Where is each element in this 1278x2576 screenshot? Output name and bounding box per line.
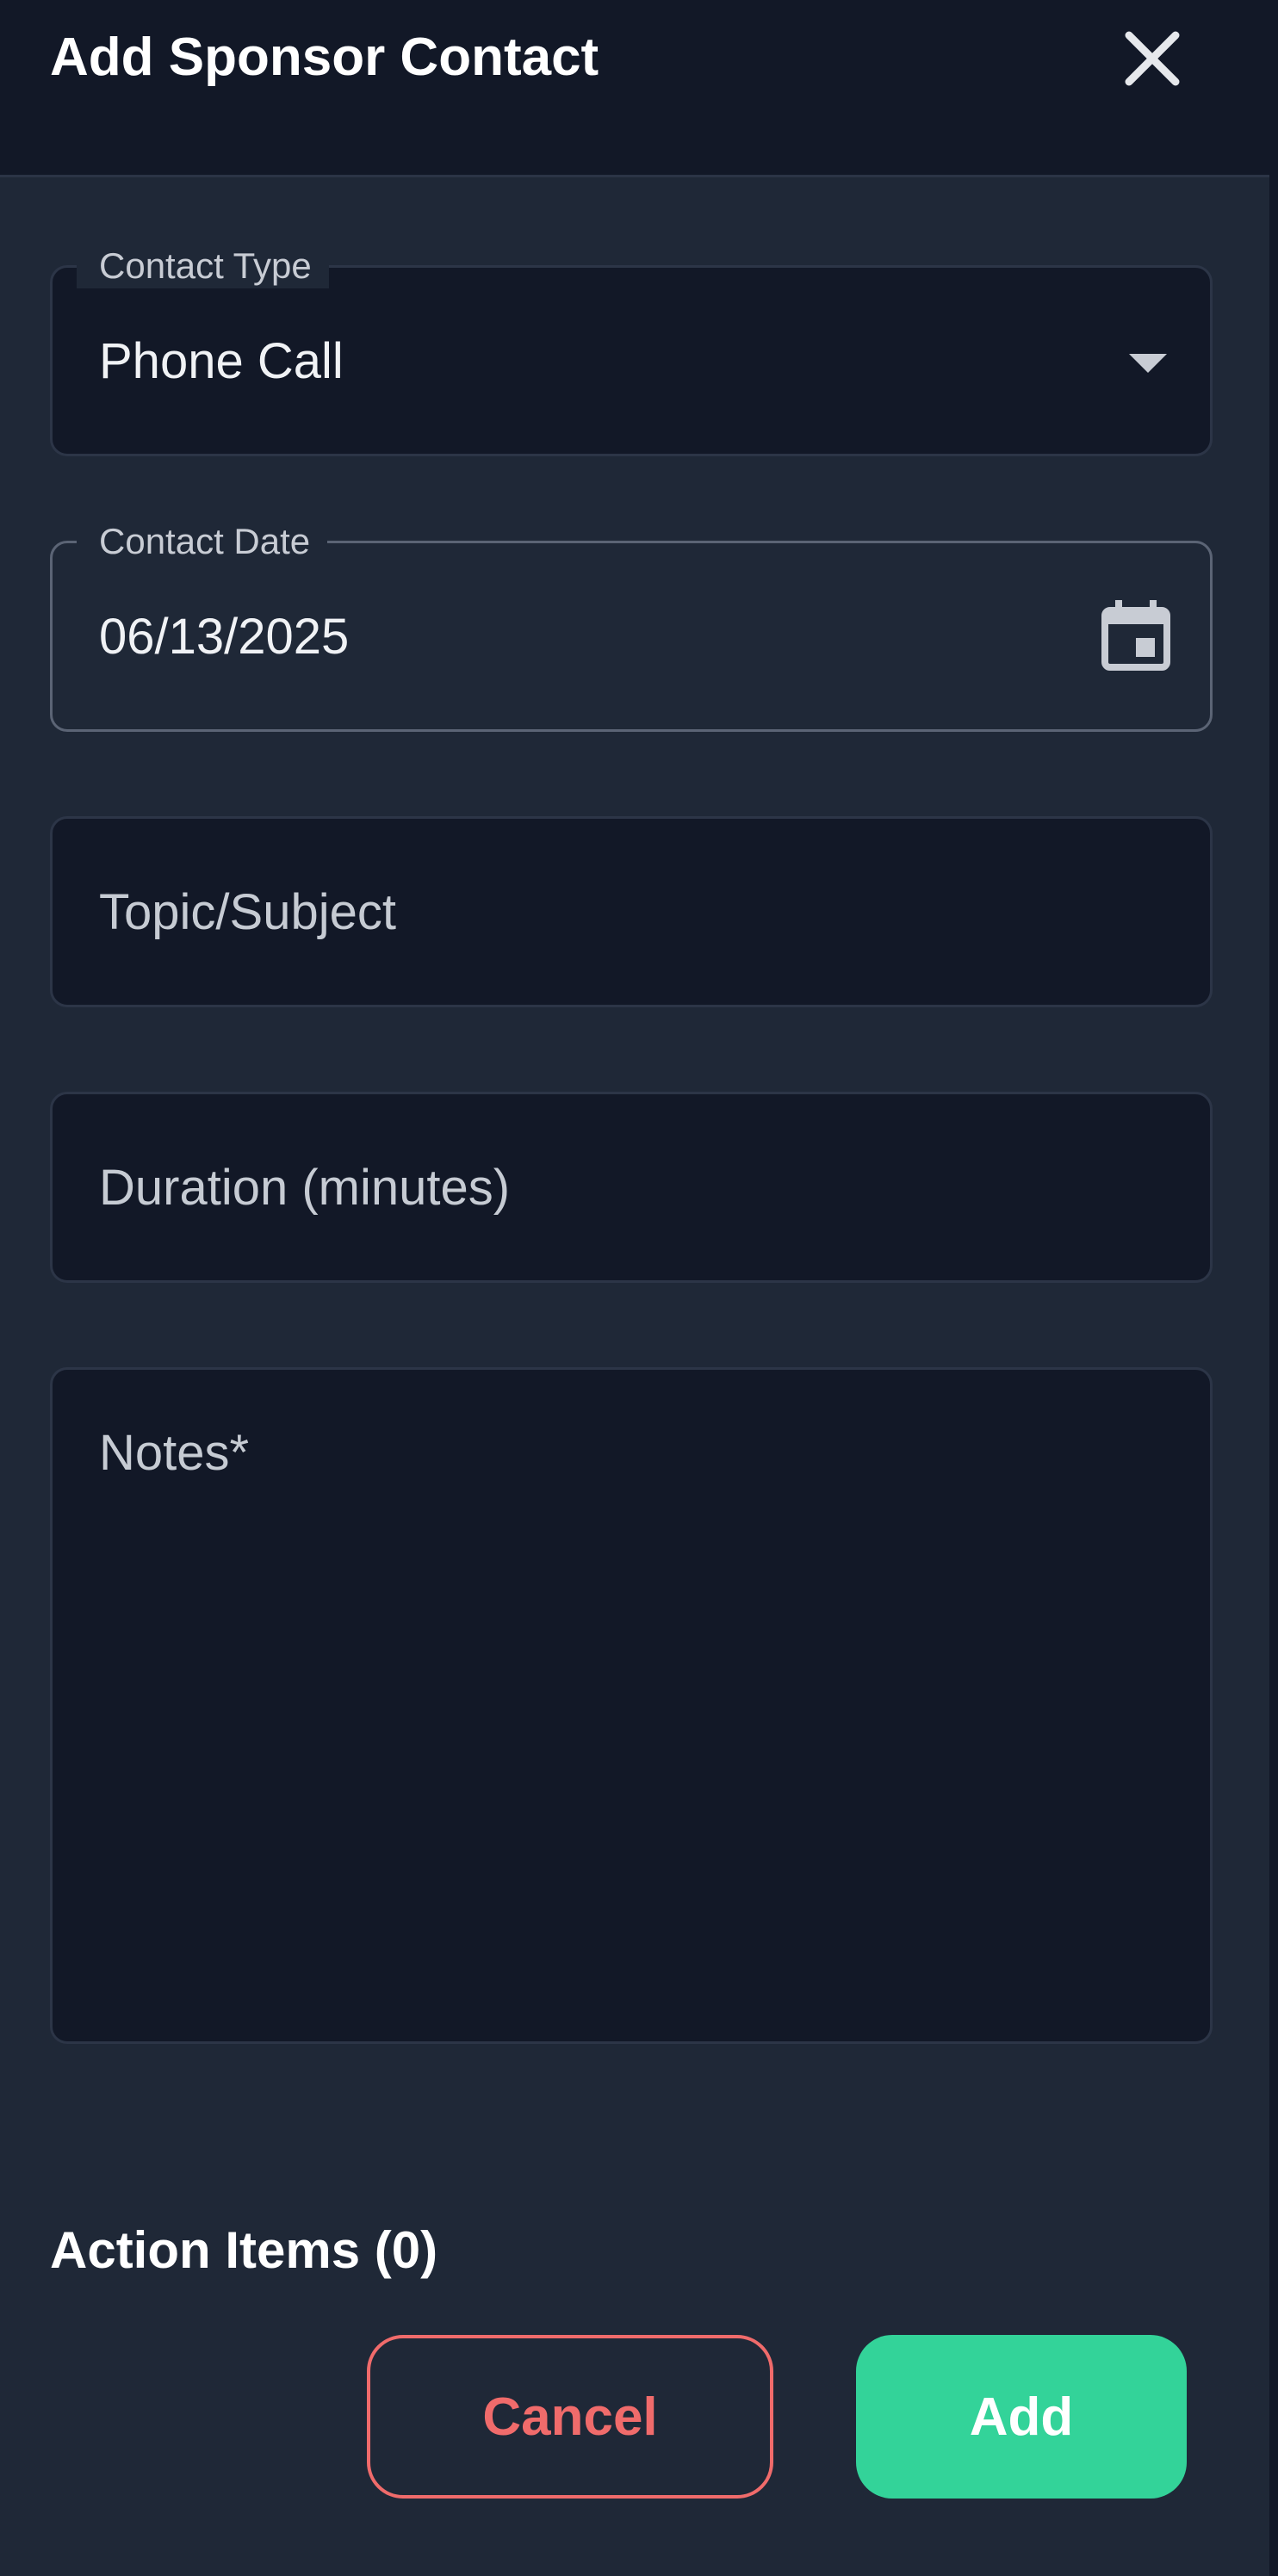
cancel-button[interactable]: Cancel xyxy=(367,2335,773,2499)
topic-input[interactable]: Topic/Subject xyxy=(50,816,1213,1007)
contact-type-label: Contact Type xyxy=(77,244,329,288)
dropdown-arrow-icon xyxy=(1129,354,1167,373)
dialog-title: Add Sponsor Contact xyxy=(50,28,599,87)
notes-textarea[interactable]: Notes* xyxy=(50,1367,1213,2044)
add-sponsor-contact-dialog: Add Sponsor Contact Contact Type Phone C… xyxy=(0,0,1278,2576)
notes-placeholder: Notes* xyxy=(99,1425,250,1481)
contact-date-value: 06/13/2025 xyxy=(99,609,350,665)
contact-date-field[interactable]: Contact Date 06/13/2025 xyxy=(50,519,1213,732)
scroll-edge xyxy=(1269,0,1278,2576)
close-button[interactable] xyxy=(1116,22,1188,95)
contact-type-value: Phone Call xyxy=(99,333,344,389)
calendar-icon[interactable] xyxy=(1100,598,1172,671)
duration-placeholder: Duration (minutes) xyxy=(99,1160,511,1216)
close-icon xyxy=(1125,31,1180,86)
action-items-heading: Action Items (0) xyxy=(50,2221,438,2279)
dialog-header: Add Sponsor Contact xyxy=(0,0,1278,177)
topic-placeholder: Topic/Subject xyxy=(99,884,396,940)
duration-input[interactable]: Duration (minutes) xyxy=(50,1092,1213,1283)
contact-type-select[interactable]: Contact Type Phone Call xyxy=(50,244,1213,456)
add-button[interactable]: Add xyxy=(856,2335,1187,2499)
contact-date-label: Contact Date xyxy=(77,519,328,564)
